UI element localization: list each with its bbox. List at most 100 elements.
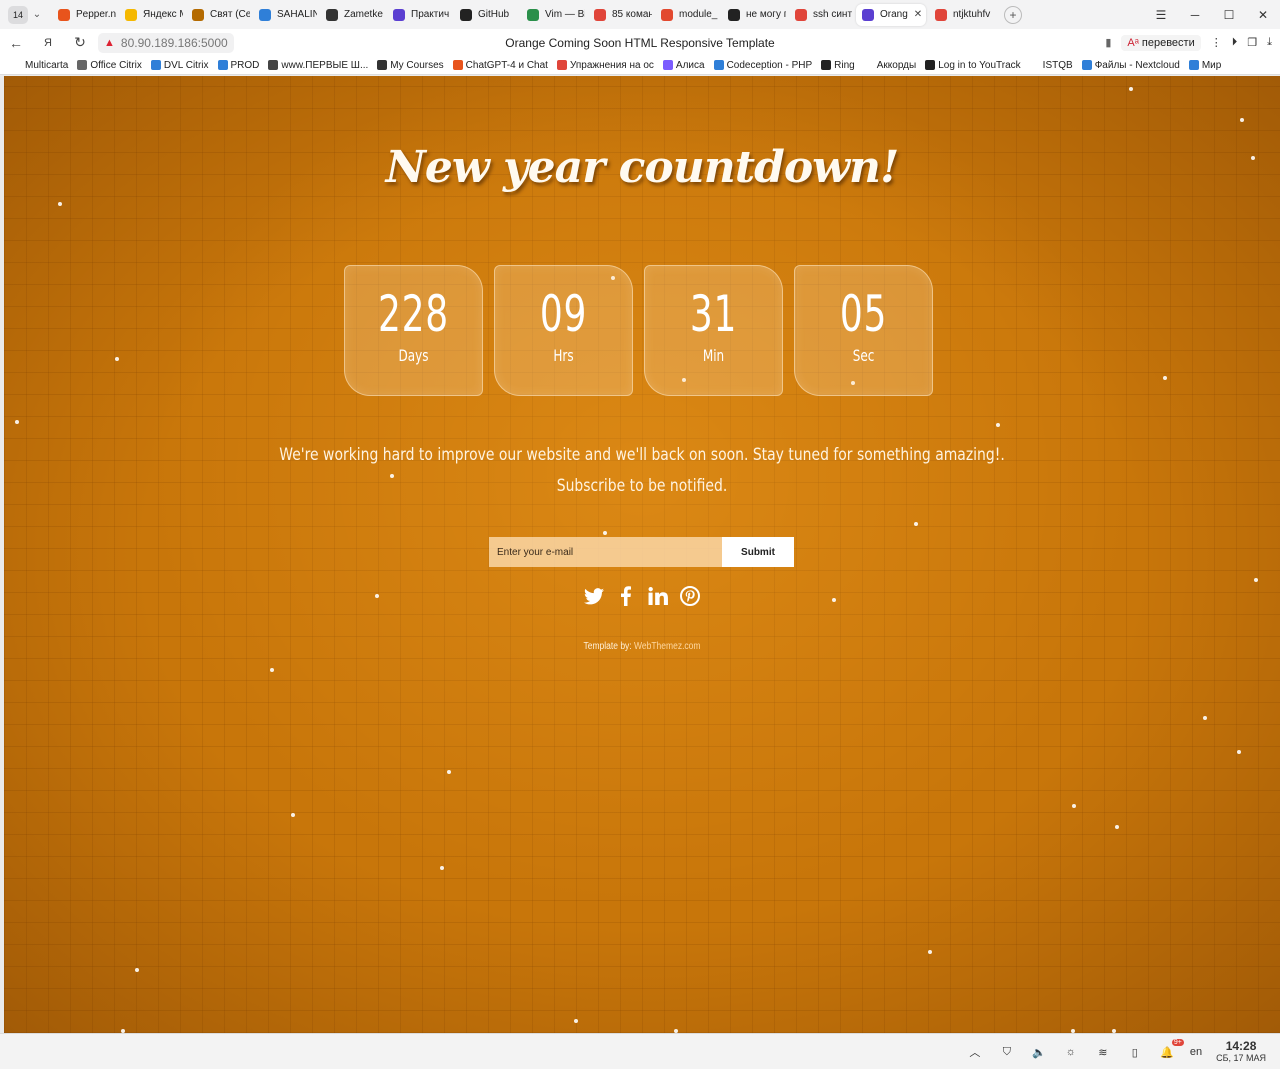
browser-tab[interactable]: 85 коман [588, 4, 652, 26]
snowflake [440, 866, 444, 870]
notifications-icon[interactable]: 🔔 9+ [1158, 1039, 1184, 1061]
maximize-button[interactable]: ☐ [1212, 8, 1246, 22]
collections-icon[interactable]: ❐ [1247, 36, 1257, 49]
bookmark-item[interactable]: Codeception - PHP [713, 60, 812, 71]
bookmark-icon[interactable]: ▮ [1105, 36, 1111, 49]
credit-link[interactable]: WebThemez.com [634, 641, 700, 652]
linkedin-icon[interactable] [648, 585, 668, 607]
browser-tab[interactable]: module_ [655, 4, 719, 26]
more-icon[interactable]: ⋮ [1211, 36, 1222, 49]
twitter-icon[interactable] [584, 585, 604, 607]
wifi-icon[interactable]: ≋ [1094, 1043, 1112, 1061]
bookmark-item[interactable]: Алиса [662, 60, 705, 71]
tab-favicon-icon [728, 8, 740, 21]
browser-tab[interactable]: Практич [387, 4, 451, 26]
translate-button[interactable]: Aᵃ перевести [1121, 34, 1201, 51]
url-field[interactable]: ▲ 80.90.189.186:5000 [98, 32, 234, 53]
countdown-label: Min [702, 346, 725, 365]
bookmark-label: Файлы - Nextcloud [1094, 59, 1180, 71]
browser-tab[interactable]: ntjktuhfv [929, 4, 993, 26]
bookmark-icon [821, 60, 832, 70]
bookmark-label: PROD [230, 59, 260, 71]
bookmark-item[interactable]: www.ПЕРВЫЕ Ш... [268, 60, 368, 71]
tab-label: ssh синт [813, 9, 853, 20]
downloads-icon[interactable]: ⤓ [1267, 36, 1272, 49]
minimize-button[interactable]: ─ [1178, 8, 1212, 22]
address-bar: ← Я ↻ ▲ 80.90.189.186:5000 Orange Coming… [0, 29, 1280, 56]
tab-favicon-icon [594, 8, 606, 21]
insecure-warning-icon[interactable]: ▲ [104, 37, 115, 49]
bookmark-item[interactable]: My Courses [377, 60, 444, 71]
countdown-box-days: 228 Days [344, 265, 483, 396]
reload-button[interactable]: ↻ [64, 34, 96, 51]
tab-label: Свят (Се [210, 9, 250, 20]
bookmark-item[interactable]: Файлы - Nextcloud [1081, 59, 1180, 71]
snowflake [135, 968, 139, 972]
bookmark-item[interactable]: DVL Citrix [150, 60, 209, 71]
tab-label: Vim — Bi [545, 9, 585, 20]
back-button[interactable]: ← [0, 35, 32, 51]
tab-strip: 14 ⌄ Pepper.n Яндекс М Свят (Се SAHALIN Zame… [0, 0, 1280, 29]
bookmark-icon [377, 60, 388, 70]
bookmark-item[interactable]: Ring [821, 60, 855, 71]
browser-tab[interactable]: Zametke [320, 4, 384, 26]
yandex-home-icon[interactable]: Я [32, 37, 64, 49]
browser-tab[interactable]: не могу г [722, 4, 786, 26]
chevron-up-icon[interactable]: ︿ [966, 1043, 984, 1061]
bookmark-item[interactable]: Упражнения на ос [556, 60, 654, 71]
countdown-box-sec: 05 Sec [794, 265, 933, 396]
new-tab-button[interactable]: + [1004, 5, 1022, 24]
tab-label: Практич [411, 9, 450, 20]
coming-soon-page: New year countdown! 228 Days 09 Hrs 31 Min 05 S… [4, 76, 1280, 1033]
tab-label: Яндекс М [143, 9, 183, 20]
bookmark-item[interactable]: Аккорды [863, 60, 916, 71]
shield-icon[interactable]: ⛉ [998, 1043, 1016, 1061]
bookmark-item[interactable]: Мир [1188, 60, 1221, 71]
bookmark-icon [662, 60, 673, 70]
bookmark-item[interactable]: ChatGPT-4 и Chat [452, 60, 548, 71]
menu-icon[interactable]: ☰ [1144, 8, 1178, 22]
clock-date: СБ, 17 МАЯ [1216, 1053, 1266, 1063]
snowflake [1129, 87, 1133, 91]
volume-icon[interactable]: 🔈 [1030, 1043, 1048, 1061]
bookmark-icon [1188, 60, 1199, 70]
tab-favicon-icon [795, 8, 807, 21]
facebook-icon[interactable] [616, 585, 636, 607]
browser-tab[interactable]: ssh синт [789, 4, 853, 26]
credit-prefix: Template by: [583, 641, 632, 652]
browser-tab[interactable]: GitHub [454, 4, 518, 26]
bookmark-label: Ring [834, 59, 855, 71]
submit-button[interactable]: Submit [722, 537, 794, 567]
page-headline: New year countdown! [385, 142, 900, 193]
tab-count-button[interactable]: 14 [8, 5, 28, 24]
snowflake [914, 522, 918, 526]
language-indicator[interactable]: en [1190, 1046, 1202, 1058]
browser-tab[interactable]: Pepper.n [52, 4, 116, 26]
browser-tab[interactable]: Яндекс М [119, 4, 183, 26]
media-icon[interactable]: ⏵ [1232, 36, 1238, 49]
brightness-icon[interactable]: ☼ [1062, 1043, 1080, 1061]
bookmark-item[interactable]: PROD [217, 59, 260, 71]
bookmark-item[interactable]: Log in to YouTrack [925, 60, 1021, 71]
tab-list-chevron-icon[interactable]: ⌄ [28, 9, 46, 20]
bookmark-item[interactable]: ISTQB [1029, 60, 1073, 71]
clock[interactable]: 14:28 СБ, 17 МАЯ [1216, 1040, 1266, 1064]
bookmark-item[interactable]: Office Citrix [77, 60, 142, 71]
browser-tab[interactable]: SAHALIN [253, 4, 317, 26]
battery-icon[interactable]: ▯ [1126, 1043, 1144, 1061]
browser-tab[interactable]: Свят (Се [186, 4, 250, 26]
pinterest-icon[interactable] [680, 585, 700, 607]
bookmarks-bar: Multicarta Office Citrix DVL Citrix PROD www… [0, 56, 1280, 75]
tab-label: Zametke [344, 9, 383, 20]
browser-tab[interactable]: Orang ✕ [856, 3, 926, 26]
bookmark-item[interactable]: Multicarta [12, 60, 68, 71]
countdown-value: 05 [839, 285, 888, 343]
snowflake [603, 531, 607, 535]
countdown-label: Days [398, 346, 429, 365]
bookmark-label: Office Citrix [90, 59, 142, 71]
close-tab-icon[interactable]: ✕ [914, 9, 922, 20]
countdown-value: 09 [539, 285, 588, 343]
browser-tab[interactable]: Vim — Bi [521, 4, 585, 26]
email-input[interactable] [489, 537, 722, 567]
close-window-button[interactable]: ✕ [1246, 8, 1280, 22]
